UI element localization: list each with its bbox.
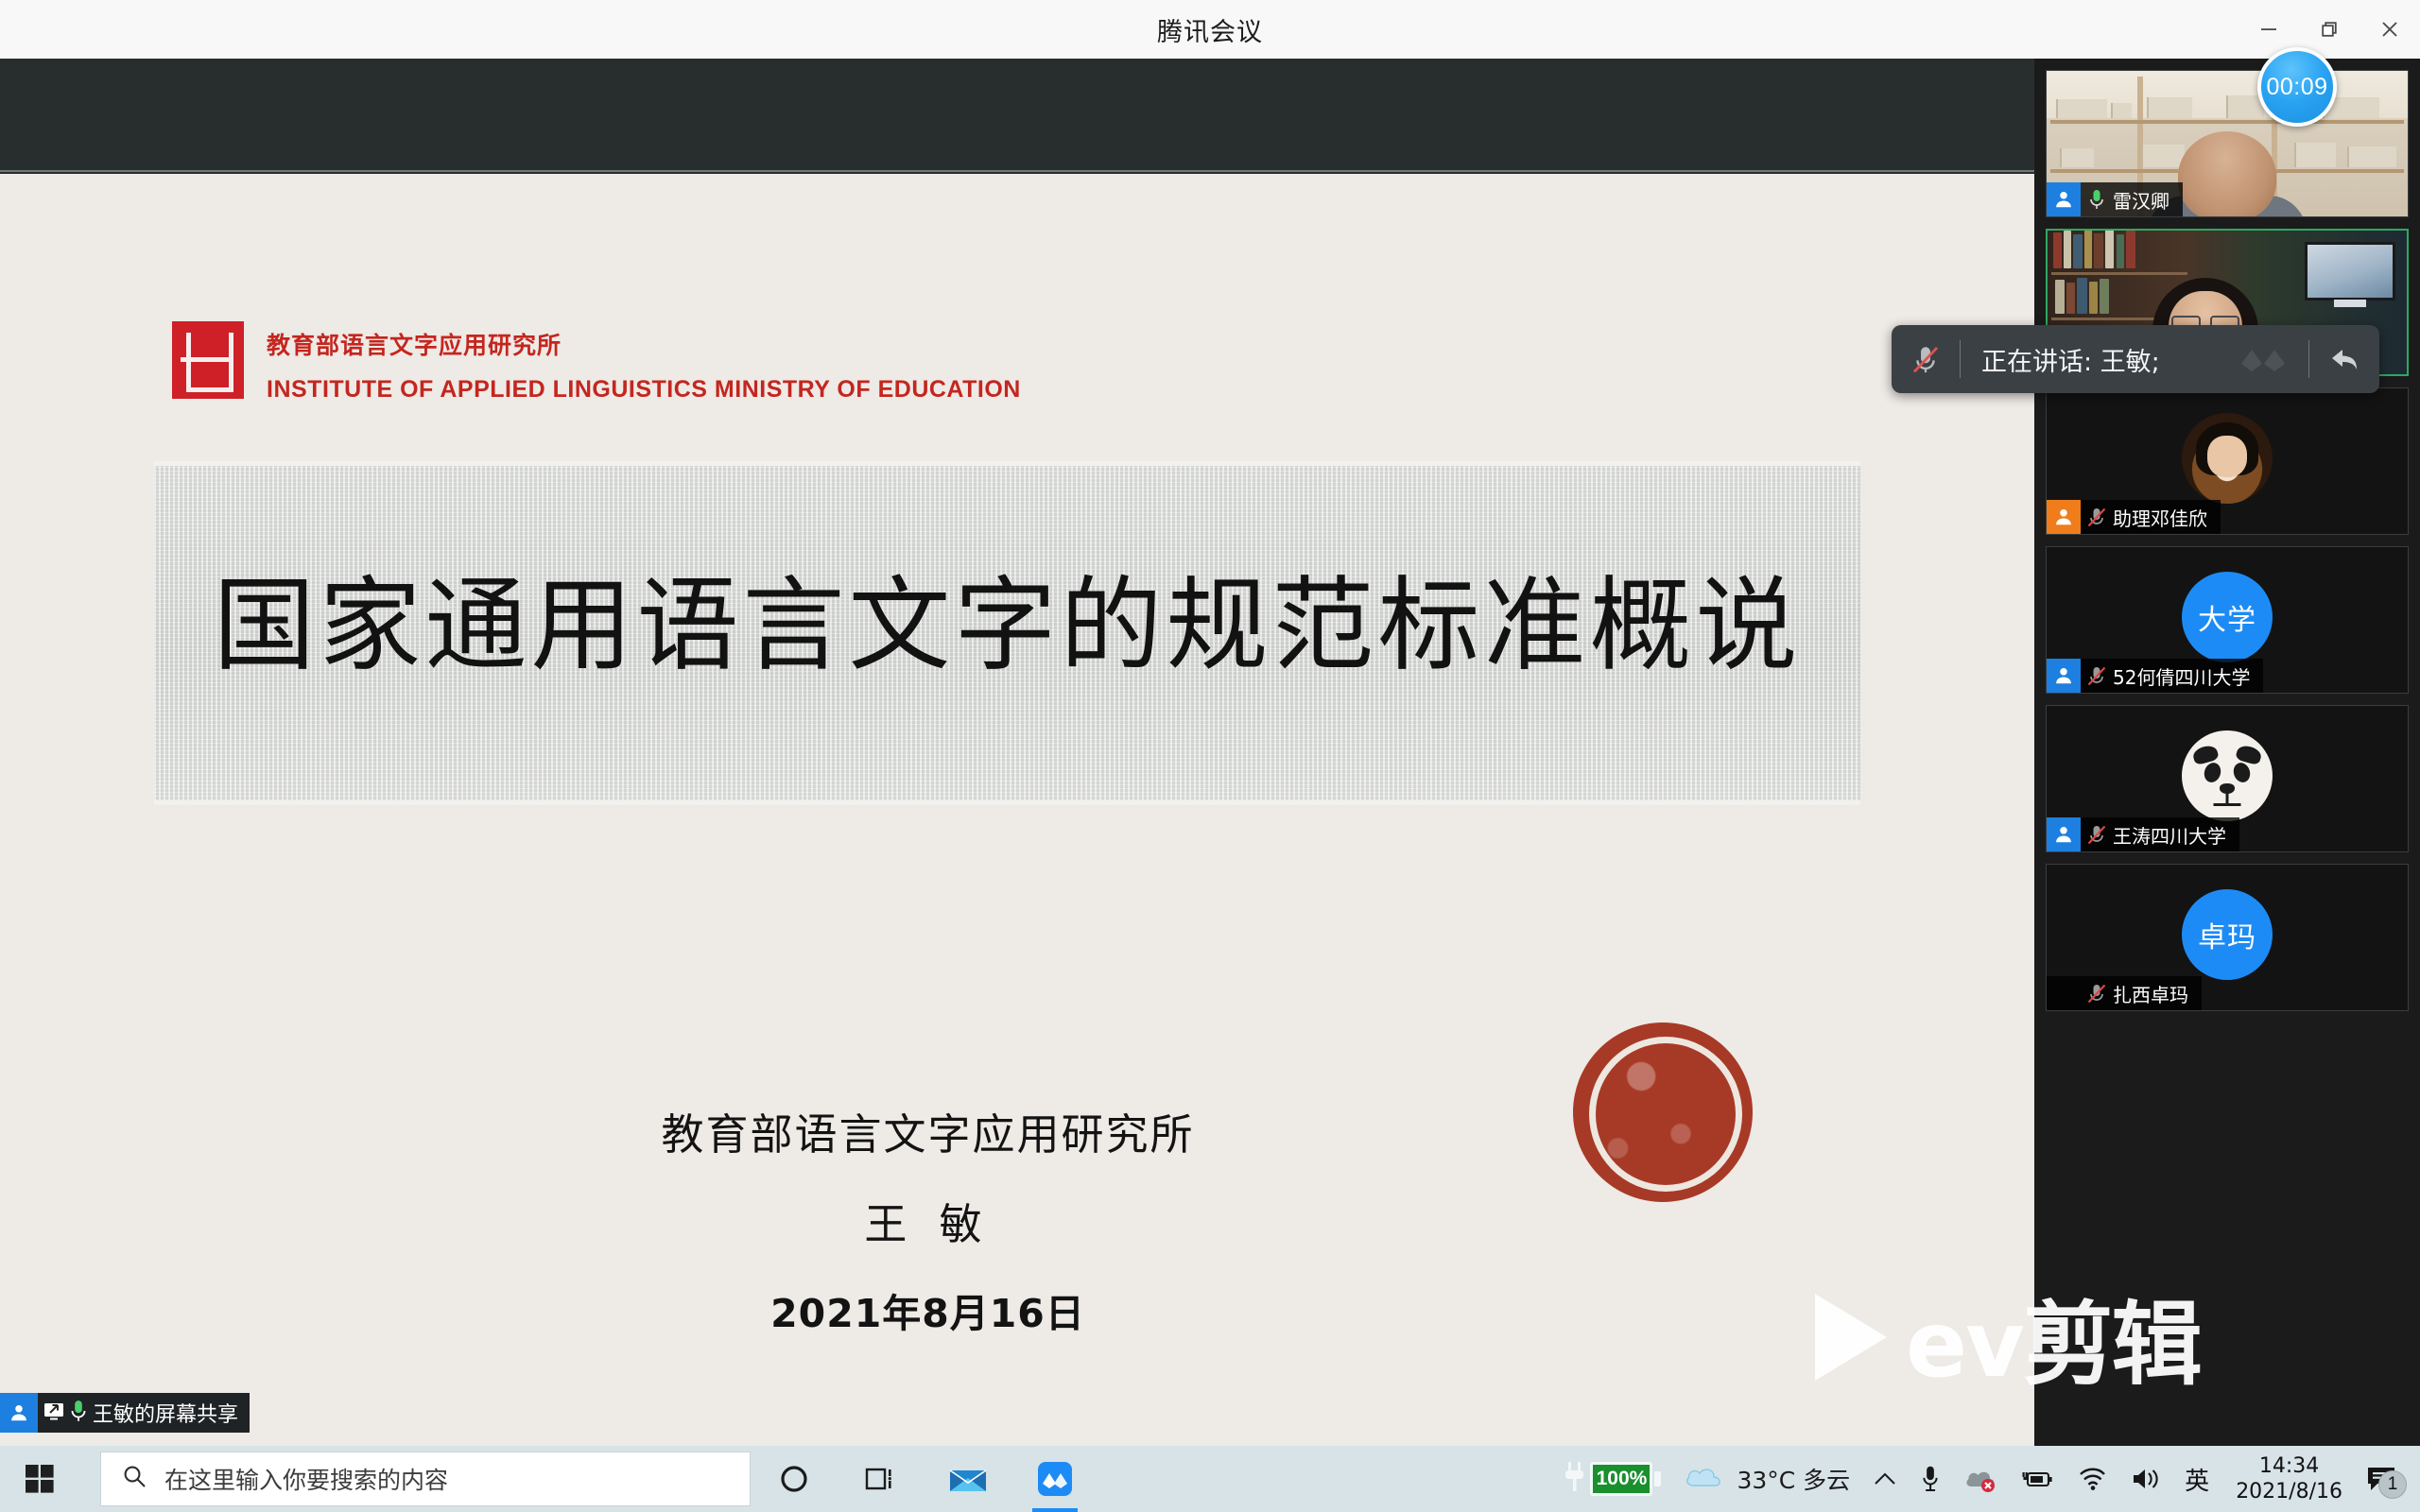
slide-subtitle-org: 教育部语言文字应用研究所: [154, 1100, 1702, 1161]
slide-subtitle-date: 2021年8月16日: [154, 1281, 1702, 1338]
participant-name: 雷汉卿: [2113, 186, 2169, 214]
person-icon: [0, 1393, 38, 1433]
slide-subtitle-block: 教育部语言文字应用研究所 王 敏 2021年8月16日: [154, 1100, 1702, 1338]
institute-logo-icon: [172, 321, 244, 399]
participant-name: 扎西卓玛: [2113, 980, 2188, 1007]
slide-title: 国家通用语言文字的规范标准概说: [154, 571, 1860, 683]
participant-tile[interactable]: 助理邓佳欣: [2046, 387, 2409, 535]
person-icon: [2047, 817, 2081, 851]
screen-share-text: 王敏的屏幕共享: [93, 1398, 238, 1428]
cloud-icon: [1684, 1463, 1725, 1496]
participant-tile[interactable]: 大学 52何倩四川大学: [2046, 546, 2409, 694]
wifi-icon[interactable]: [2066, 1446, 2118, 1512]
cortana-icon[interactable]: [751, 1446, 838, 1512]
participant-name: 助理邓佳欣: [2113, 504, 2207, 531]
shared-screen-stage: 教育部语言文字应用研究所 INSTITUTE OF APPLIED LINGUI…: [0, 59, 2034, 1446]
institute-logo-lockup: 教育部语言文字应用研究所 INSTITUTE OF APPLIED LINGUI…: [172, 321, 1021, 404]
speaking-toast-text: 正在讲话: 王敏;: [1961, 341, 2221, 378]
mic-on-icon: [68, 1399, 89, 1428]
battery-percent: 100%: [1597, 1468, 1648, 1490]
weather-text: 33°C 多云: [1737, 1462, 1850, 1496]
battery-nub: [1654, 1471, 1661, 1486]
mic-muted-icon[interactable]: [1892, 343, 1960, 375]
mail-icon[interactable]: [925, 1446, 1011, 1512]
taskbar-clock[interactable]: 14:34 2021/8/16: [2221, 1453, 2358, 1505]
battery-status[interactable]: 100%: [1552, 1446, 1672, 1512]
system-tray: 100% 33°C 多云: [1552, 1446, 2420, 1512]
windows-start-icon[interactable]: [0, 1446, 79, 1512]
power-plug-icon: [1564, 1460, 1588, 1499]
avatar: [2182, 730, 2273, 821]
screen-share-indicator[interactable]: 王敏的屏幕共享: [0, 1393, 250, 1433]
institute-name-en: INSTITUTE OF APPLIED LINGUISTICS MINISTR…: [267, 376, 1021, 404]
participant-name: 王涛四川大学: [2113, 821, 2226, 849]
mic-icon[interactable]: [1909, 1446, 1952, 1512]
reply-arrow-icon[interactable]: [2309, 345, 2379, 373]
window-title-bar: 腾讯会议: [0, 0, 2420, 59]
monitor: [2305, 242, 2395, 301]
mic-muted-icon: [2081, 982, 2113, 1005]
task-view-icon[interactable]: [838, 1446, 925, 1512]
share-bar-icons: [38, 1399, 93, 1428]
avatar: 卓玛: [2182, 889, 2273, 980]
mic-muted-icon: [2081, 823, 2113, 846]
participant-tile[interactable]: 雷汉卿: [2046, 70, 2409, 217]
window-controls: [2238, 0, 2420, 59]
slide-subtitle-presenter: 王 敏: [154, 1190, 1702, 1251]
tencent-meeting-icon[interactable]: [1011, 1446, 1098, 1512]
participant-rail[interactable]: 雷汉卿: [2034, 59, 2420, 1446]
participant-name-strip: 雷汉卿: [2047, 182, 2183, 216]
battery-charging-icon[interactable]: [2009, 1446, 2066, 1512]
avatar: 大学: [2182, 572, 2273, 662]
windows-taskbar: 在这里输入你要搜索的内容: [0, 1446, 2420, 1512]
participant-name-strip: 王涛四川大学: [2047, 817, 2239, 851]
speaking-toast[interactable]: 正在讲话: 王敏;: [1892, 325, 2379, 393]
close-button[interactable]: [2360, 0, 2420, 59]
tencent-meeting-logo-icon: [2221, 343, 2308, 375]
mic-on-icon: [2081, 188, 2113, 211]
presentation-slide: 教育部语言文字应用研究所 INSTITUTE OF APPLIED LINGUI…: [0, 174, 2034, 1446]
search-icon: [122, 1464, 147, 1494]
participant-tile[interactable]: 王涛四川大学: [2046, 705, 2409, 852]
notification-count: 1: [2378, 1470, 2407, 1499]
person-icon: [2047, 976, 2081, 1010]
tencent-meeting-window: 腾讯会议 教: [0, 0, 2420, 1446]
search-input[interactable]: 在这里输入你要搜索的内容: [100, 1452, 751, 1506]
weather-widget[interactable]: 33°C 多云: [1672, 1446, 1861, 1512]
participant-name-strip: 扎西卓玛: [2047, 976, 2202, 1010]
clock-date: 2021/8/16: [2236, 1479, 2342, 1505]
app-title: 腾讯会议: [1157, 11, 1263, 48]
institute-logo-text: 教育部语言文字应用研究所 INSTITUTE OF APPLIED LINGUI…: [267, 321, 1021, 404]
participant-name-strip: 52何倩四川大学: [2047, 659, 2263, 693]
mic-muted-icon: [2081, 664, 2113, 687]
screen-share-icon: [42, 1399, 66, 1428]
participant-tile[interactable]: 卓玛 扎西卓玛: [2046, 864, 2409, 1011]
mic-muted-icon: [2081, 506, 2113, 528]
chevron-up-icon[interactable]: [1861, 1446, 1909, 1512]
presentation-top-band: [0, 59, 2034, 172]
person-icon: [2047, 500, 2081, 534]
institute-name-cn: 教育部语言文字应用研究所: [267, 327, 1021, 361]
participant-name-strip: 助理邓佳欣: [2047, 500, 2221, 534]
meeting-timer: 00:09: [2257, 47, 2337, 127]
clock-time: 14:34: [2236, 1453, 2342, 1480]
ime-indicator[interactable]: 英: [2173, 1446, 2221, 1512]
action-center-icon[interactable]: 1: [2358, 1446, 2414, 1512]
person-icon: [2047, 659, 2081, 693]
volume-icon[interactable]: [2118, 1446, 2173, 1512]
avatar: [2182, 413, 2273, 504]
search-placeholder: 在这里输入你要搜索的内容: [164, 1462, 448, 1496]
person-icon: [2047, 182, 2081, 216]
onedrive-error-icon[interactable]: [1952, 1446, 2009, 1512]
participant-name: 52何倩四川大学: [2113, 662, 2250, 690]
